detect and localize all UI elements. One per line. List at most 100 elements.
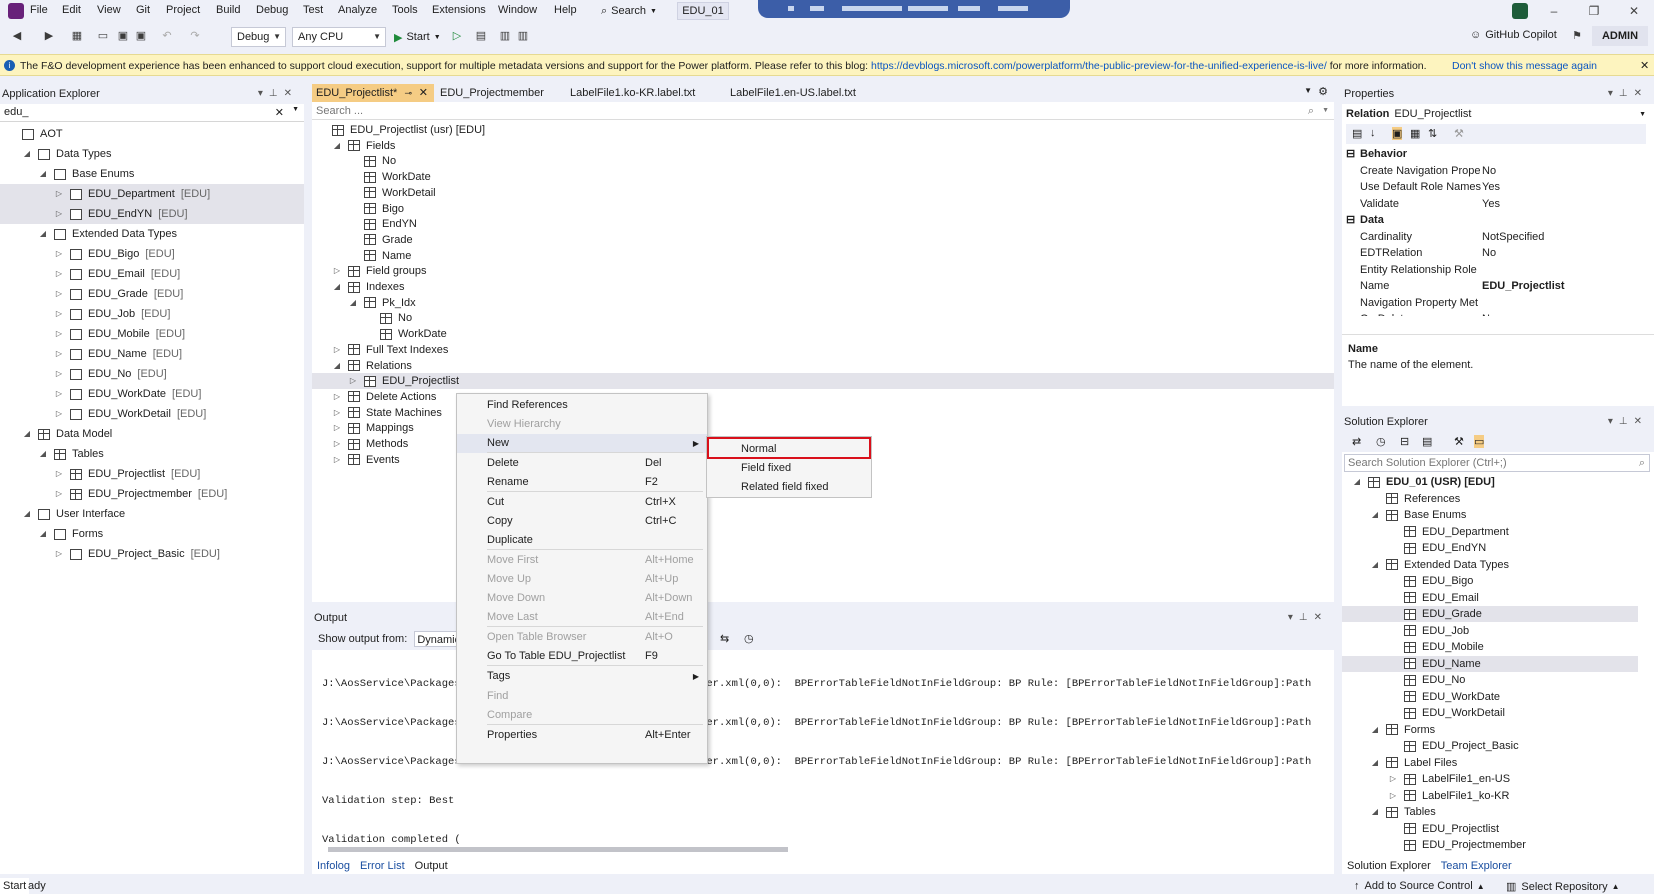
gear-icon[interactable]: ⚙ bbox=[1318, 85, 1328, 98]
platform-dropdown[interactable]: Any CPU ▼ bbox=[292, 27, 386, 47]
output-source-dropdown[interactable]: Dynamic bbox=[414, 631, 459, 648]
app-explorer-node[interactable]: ▷ EDU_Name [EDU] bbox=[0, 344, 304, 364]
app-explorer-node[interactable]: ▷ EDU_WorkDetail [EDU] bbox=[0, 404, 304, 424]
select-repository-button[interactable]: ▥ Select Repository ▲ bbox=[1506, 880, 1620, 894]
expander-icon[interactable]: ▷ bbox=[54, 404, 64, 424]
expander-icon[interactable]: ▷ bbox=[332, 405, 342, 421]
solution-node[interactable]: EDU_Projectmember bbox=[1342, 837, 1638, 853]
designer-node[interactable]: ▷ Field groups bbox=[312, 263, 1334, 279]
categorized-icon[interactable]: ▤ bbox=[1352, 127, 1362, 140]
back-icon[interactable]: ◀ bbox=[10, 29, 24, 43]
tab-label-en-us[interactable]: LabelFile1.en-US.label.txt bbox=[726, 84, 876, 102]
save-all-icon[interactable]: ▣ bbox=[134, 29, 148, 43]
app-explorer-search-input[interactable]: edu_ ✕ ▼ bbox=[0, 104, 304, 122]
start-without-debug-icon[interactable]: ▷ bbox=[450, 29, 464, 43]
expander-icon[interactable]: ▷ bbox=[54, 284, 64, 304]
expander-icon[interactable]: ◢ bbox=[22, 424, 32, 444]
solution-node[interactable]: ◢ Extended Data Types bbox=[1342, 557, 1638, 573]
solution-search-input[interactable]: Search Solution Explorer (Ctrl+;) ⌕ bbox=[1344, 454, 1650, 472]
tab-team-explorer[interactable]: Team Explorer bbox=[1436, 858, 1517, 874]
solution-node[interactable]: EDU_WorkDetail bbox=[1342, 705, 1638, 721]
app-explorer-node[interactable]: ◢ Data Model bbox=[0, 424, 304, 444]
menu-extensions[interactable]: Extensions bbox=[432, 4, 486, 16]
pin-icon[interactable]: ⊸ bbox=[404, 84, 412, 102]
undo-icon[interactable]: ↶ bbox=[160, 29, 174, 43]
tab-list-icon[interactable]: ▼ bbox=[1304, 86, 1312, 95]
solution-node[interactable]: References bbox=[1342, 491, 1638, 507]
app-explorer-node[interactable]: ◢ User Interface bbox=[0, 504, 304, 524]
expander-icon[interactable]: ▷ bbox=[1388, 771, 1398, 787]
context-menu-item[interactable]: Find References bbox=[457, 396, 707, 415]
designer-node[interactable]: Name bbox=[312, 248, 1334, 264]
attach-icon[interactable]: ▤ bbox=[474, 29, 488, 43]
github-copilot-button[interactable]: ☺ GitHub Copilot bbox=[1470, 29, 1557, 41]
menu-build[interactable]: Build bbox=[216, 4, 240, 16]
expander-icon[interactable]: ◢ bbox=[38, 224, 48, 244]
designer-node[interactable]: ◢ Indexes bbox=[312, 279, 1334, 295]
context-menu-item[interactable]: Rename F2 bbox=[457, 473, 707, 492]
app-explorer-node[interactable]: ▷ EDU_Bigo [EDU] bbox=[0, 244, 304, 264]
expander-icon[interactable]: ◢ bbox=[38, 524, 48, 544]
submenu-item-field-fixed[interactable]: Field fixed bbox=[707, 459, 871, 478]
designer-node[interactable]: WorkDate bbox=[312, 169, 1334, 185]
designer-node[interactable]: Grade bbox=[312, 232, 1334, 248]
solution-node[interactable]: EDU_EndYN bbox=[1342, 540, 1638, 556]
solution-node[interactable]: ▷ LabelFile1_en-US bbox=[1342, 771, 1638, 787]
app-explorer-node[interactable]: AOT bbox=[0, 124, 304, 144]
preview-icon[interactable]: ▭ bbox=[1474, 435, 1485, 448]
expander-icon[interactable]: ▷ bbox=[348, 373, 358, 389]
context-menu-item[interactable]: Copy Ctrl+C bbox=[457, 512, 707, 531]
horizontal-scrollbar[interactable] bbox=[318, 844, 1318, 854]
expander-icon[interactable]: ◢ bbox=[332, 138, 342, 154]
account-button[interactable]: ADMIN bbox=[1592, 26, 1648, 46]
chevron-down-icon[interactable]: ▼ bbox=[1322, 102, 1329, 120]
expander-icon[interactable]: ◢ bbox=[348, 295, 358, 311]
app-explorer-node[interactable]: ◢ Base Enums bbox=[0, 164, 304, 184]
tab-error-list[interactable]: Error List bbox=[355, 858, 410, 874]
expander-icon[interactable]: ◢ bbox=[332, 279, 342, 295]
expander-icon[interactable]: ▷ bbox=[332, 436, 342, 452]
expander-icon[interactable]: ◢ bbox=[22, 504, 32, 524]
property-row[interactable]: Name EDU_Projectlist bbox=[1342, 278, 1638, 294]
dismiss-link[interactable]: Don't show this message again bbox=[1452, 60, 1597, 72]
menu-project[interactable]: Project bbox=[166, 4, 200, 16]
property-category[interactable]: ⊟ Behavior bbox=[1342, 146, 1638, 162]
solution-node[interactable]: EDU_Email bbox=[1342, 590, 1638, 606]
expander-icon[interactable]: ▷ bbox=[54, 364, 64, 384]
property-row[interactable]: EDTRelation No bbox=[1342, 245, 1638, 261]
submenu-item-related-field-fixed[interactable]: Related field fixed bbox=[707, 478, 871, 497]
save-icon[interactable]: ▣ bbox=[116, 29, 130, 43]
menu-file[interactable]: File bbox=[30, 4, 48, 16]
forward-icon[interactable]: ▶ bbox=[42, 29, 56, 43]
context-menu-item[interactable]: Tags ▶ bbox=[457, 667, 707, 686]
search-icon[interactable]: ⌕ bbox=[1308, 102, 1314, 120]
context-menu-item[interactable]: Go To Table EDU_Projectlist F9 bbox=[457, 647, 707, 666]
expander-icon[interactable]: ▷ bbox=[332, 420, 342, 436]
redo-icon[interactable]: ↷ bbox=[188, 29, 202, 43]
expander-icon[interactable]: ◢ bbox=[332, 358, 342, 374]
word-wrap-icon[interactable]: ⇆ bbox=[720, 628, 729, 650]
submenu-item-normal[interactable]: Normal bbox=[707, 437, 871, 459]
panel-pin-icons[interactable]: ▾⊥✕ bbox=[1608, 416, 1648, 427]
wrench-icon[interactable]: ⚒ bbox=[1454, 127, 1464, 140]
expander-icon[interactable]: ▷ bbox=[332, 452, 342, 468]
expander-icon[interactable]: ▷ bbox=[54, 204, 64, 224]
menu-git[interactable]: Git bbox=[136, 4, 150, 16]
solution-node[interactable]: EDU_Project_Basic bbox=[1342, 738, 1638, 754]
configuration-dropdown[interactable]: Debug ▼ bbox=[231, 27, 286, 47]
designer-node[interactable]: ◢ Pk_Idx bbox=[312, 295, 1334, 311]
alphabetical-icon[interactable]: ↓ bbox=[1370, 127, 1376, 139]
expander-icon[interactable]: ◢ bbox=[1370, 507, 1380, 523]
expander-icon[interactable]: ◢ bbox=[1370, 722, 1380, 738]
sync-icon[interactable]: ⇄ bbox=[1352, 435, 1361, 448]
show-all-icon[interactable]: ▤ bbox=[1422, 435, 1432, 448]
menu-window[interactable]: Window bbox=[498, 4, 537, 16]
context-menu-item[interactable]: Cut Ctrl+X bbox=[457, 493, 707, 512]
property-category[interactable]: ⊟ Data bbox=[1342, 212, 1638, 228]
open-folder-icon[interactable]: ▭ bbox=[96, 29, 110, 43]
liveshare-profile-icon[interactable] bbox=[1512, 3, 1528, 19]
properties-icon[interactable]: ▣ bbox=[1392, 127, 1403, 140]
expander-icon[interactable]: ▷ bbox=[54, 464, 64, 484]
menu-debug[interactable]: Debug bbox=[256, 4, 288, 16]
solution-node[interactable]: EDU_No bbox=[1342, 672, 1638, 688]
